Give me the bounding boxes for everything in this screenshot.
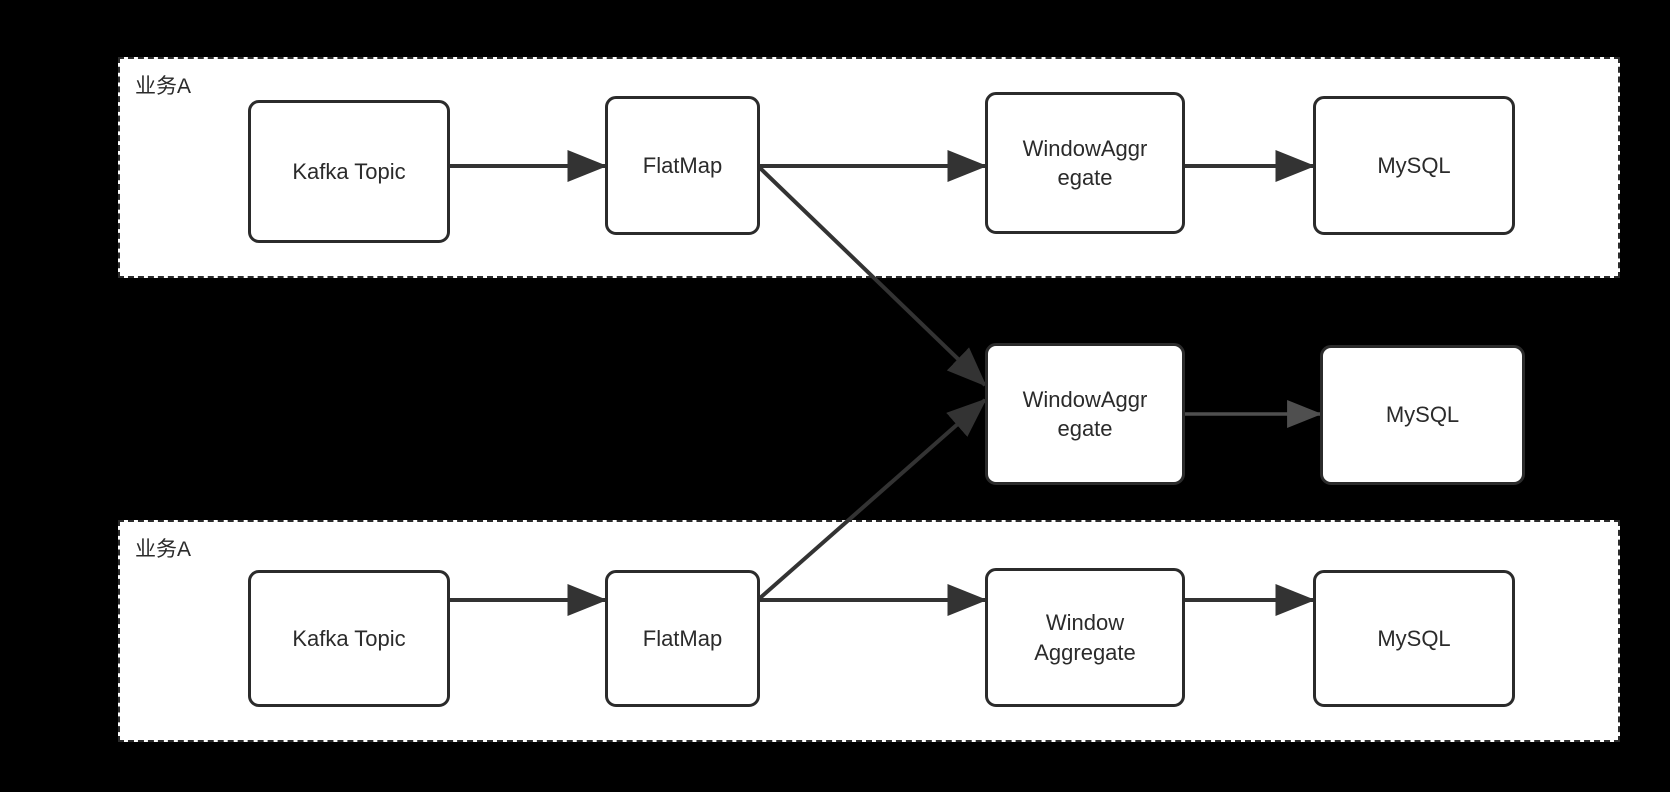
node-label: MySQL: [1377, 625, 1451, 651]
node-top-flatmap[interactable]: FlatMap: [605, 96, 760, 235]
diagram-canvas: 业务A 业务A Kafka Topic FlatMap WindowAggr egat…: [0, 0, 1670, 792]
node-label: Kafka Topic: [292, 625, 406, 651]
node-bot-window[interactable]: Window Aggregate: [985, 568, 1185, 707]
node-mid-window[interactable]: WindowAggr egate: [985, 343, 1185, 485]
group-label: 业务A: [135, 538, 192, 561]
node-mid-mysql[interactable]: MySQL: [1320, 345, 1525, 485]
node-top-window[interactable]: WindowAggr egate: [985, 92, 1185, 234]
node-top-mysql[interactable]: MySQL: [1313, 96, 1515, 235]
node-label: MySQL: [1385, 402, 1460, 428]
node-label: WindowAggr egate: [1022, 386, 1148, 441]
node-label: Window Aggregate: [1034, 610, 1136, 665]
node-top-kafka[interactable]: Kafka Topic: [248, 100, 450, 243]
node-bot-mysql[interactable]: MySQL: [1313, 570, 1515, 707]
node-label: MySQL: [1377, 152, 1451, 178]
node-bot-kafka[interactable]: Kafka Topic: [248, 570, 450, 707]
node-label: FlatMap: [642, 152, 723, 178]
node-label: WindowAggr egate: [1022, 135, 1148, 190]
node-label: FlatMap: [642, 625, 723, 651]
node-label: Kafka Topic: [292, 158, 406, 184]
group-label: 业务A: [135, 75, 192, 98]
node-bot-flatmap[interactable]: FlatMap: [605, 570, 760, 707]
